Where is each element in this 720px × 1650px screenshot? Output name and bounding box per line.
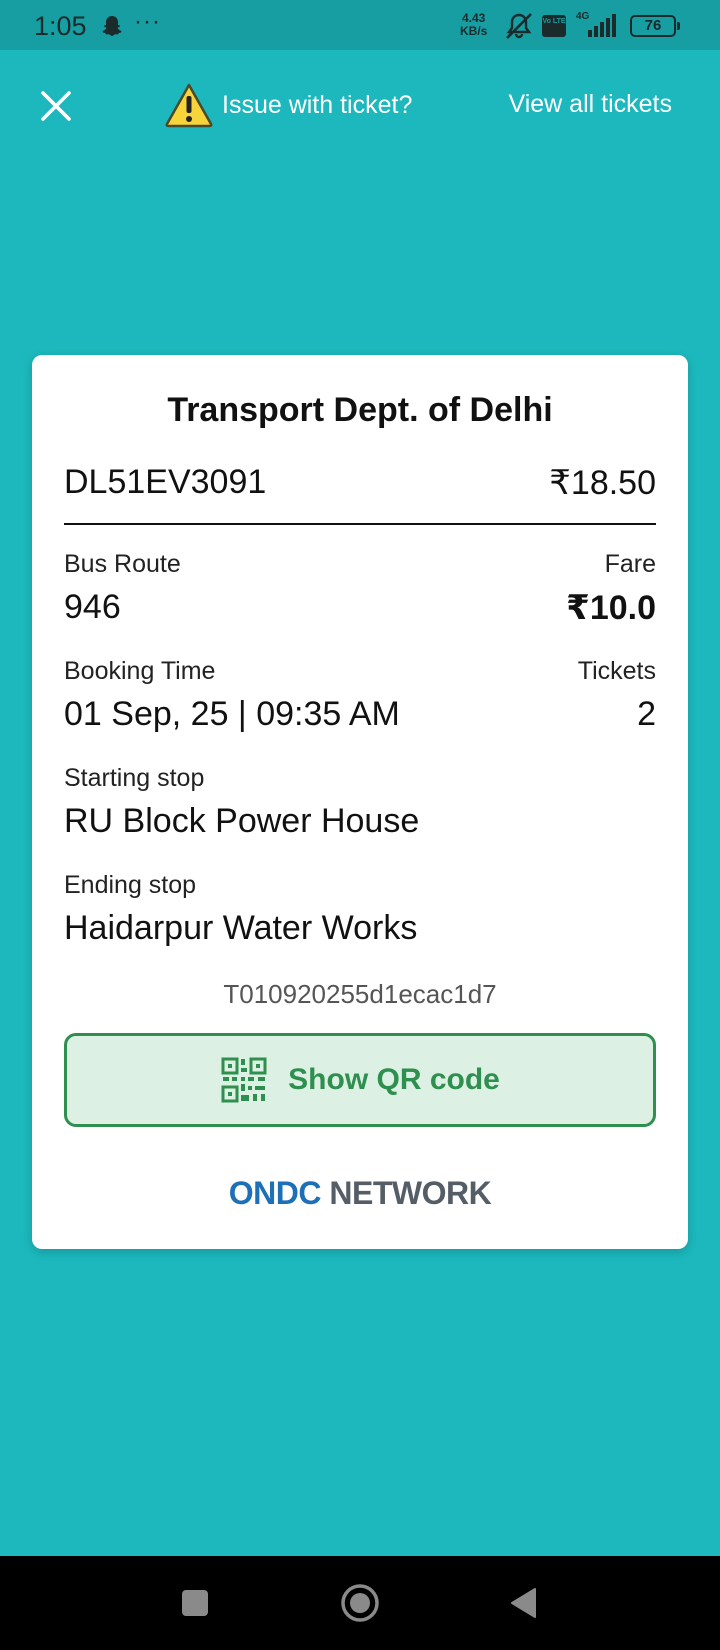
home-icon[interactable] bbox=[340, 1583, 380, 1623]
starting-stop-label: Starting stop bbox=[64, 764, 205, 792]
status-bar: 1:05 ··· 4.43 KB/s Vo LTE 4G 76 bbox=[0, 0, 720, 50]
recents-icon[interactable] bbox=[180, 1588, 210, 1618]
bus-route-value: 946 bbox=[64, 588, 121, 626]
battery-icon: 76 bbox=[630, 15, 680, 37]
close-icon[interactable] bbox=[36, 86, 76, 126]
booking-time-value: 01 Sep, 25 | 09:35 AM bbox=[64, 695, 400, 733]
status-time: 1:05 bbox=[34, 11, 87, 41]
show-qr-code-label: Show QR code bbox=[288, 1063, 500, 1096]
snapchat-icon bbox=[102, 16, 122, 36]
volte-icon: Vo LTE bbox=[542, 15, 566, 37]
divider bbox=[64, 523, 656, 525]
issue-with-ticket-button[interactable]: Issue with ticket? bbox=[164, 80, 412, 130]
ending-stop-label: Ending stop bbox=[64, 871, 197, 899]
ticket-card: Transport Dept. of Delhi DL51EV3091 ₹18.… bbox=[32, 355, 688, 1249]
view-all-tickets-link[interactable]: View all tickets bbox=[509, 90, 673, 119]
network-speed: 4.43 KB/s bbox=[460, 12, 487, 38]
ondc-network-logo: ONDC NETWORK bbox=[32, 1175, 688, 1212]
starting-stop-value: RU Block Power House bbox=[64, 802, 420, 840]
qr-code-icon bbox=[221, 1057, 267, 1103]
ending-stop-value: Haidarpur Water Works bbox=[64, 909, 418, 947]
booking-time-label: Booking Time bbox=[64, 657, 216, 685]
ticket-id: T010920255d1ecac1d7 bbox=[223, 979, 497, 1009]
tickets-label: Tickets bbox=[577, 657, 656, 685]
warning-icon bbox=[165, 83, 213, 128]
signal-strength-icon bbox=[588, 14, 616, 37]
ondc-brand-text: ONDC bbox=[228, 1175, 322, 1211]
tickets-count: 2 bbox=[637, 695, 656, 733]
operator-name: Transport Dept. of Delhi bbox=[167, 391, 553, 429]
fare-value: ₹10.0 bbox=[566, 589, 656, 627]
network-speed-unit: KB/s bbox=[460, 24, 488, 38]
fare-label: Fare bbox=[604, 550, 656, 578]
network-text: NETWORK bbox=[329, 1175, 492, 1211]
issue-with-ticket-label: Issue with ticket? bbox=[222, 90, 413, 119]
total-amount: ₹18.50 bbox=[549, 464, 656, 502]
vehicle-number: DL51EV3091 bbox=[64, 463, 267, 501]
back-icon[interactable] bbox=[508, 1586, 538, 1620]
navigation-bar bbox=[0, 1556, 720, 1650]
show-qr-code-button[interactable]: Show QR code bbox=[64, 1033, 656, 1127]
mute-bell-icon bbox=[506, 13, 532, 39]
bus-route-label: Bus Route bbox=[64, 550, 181, 578]
more-notifications-icon: ··· bbox=[134, 8, 161, 35]
